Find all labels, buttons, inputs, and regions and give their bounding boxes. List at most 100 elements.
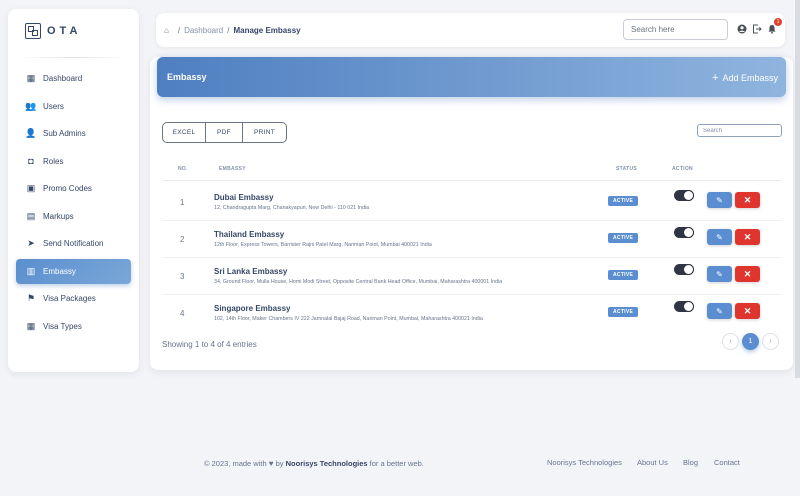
footer-company-link[interactable]: Noorisys Technologies xyxy=(286,459,368,468)
users-icon: 👥 xyxy=(25,100,37,111)
edit-button[interactable]: ✎ xyxy=(707,229,732,245)
pdf-button[interactable]: PDF xyxy=(206,122,243,143)
delete-button[interactable]: ✕ xyxy=(735,266,760,282)
print-button[interactable]: PRINT xyxy=(243,122,287,143)
sidebar-item-label: Visa Packages xyxy=(43,294,96,303)
footer-by: by xyxy=(275,459,284,468)
markups-icon: ▤ xyxy=(26,210,36,221)
embassy-address: 102, 14th Floor, Maker Chambers IV 222 J… xyxy=(214,316,483,322)
embassy-address: 12th Floor, Express Towers, Barrister Ra… xyxy=(214,242,432,248)
table-row: 1 Dubai Embassy 12, Chandragupta Marg, Cha… xyxy=(162,184,782,221)
heart-icon: ♥ xyxy=(268,459,274,468)
sidebar-nav: ▦ Dashboard 👥 Users 👤 Sub Admins ◘ Roles ▣ Promo … xyxy=(8,66,139,339)
delete-button[interactable]: ✕ xyxy=(735,229,760,245)
card-header: Embassy + Add Embassy xyxy=(157,57,786,97)
embassy-name: Singapore Embassy xyxy=(214,304,291,313)
pagination-prev-button[interactable]: ‹ xyxy=(722,333,739,350)
delete-button[interactable]: ✕ xyxy=(735,303,760,319)
column-header-no[interactable]: NO. xyxy=(178,166,188,172)
export-button-group: EXCEL PDF PRINT xyxy=(162,122,287,143)
embassy-icon: ▥ xyxy=(26,265,36,276)
close-icon: ✕ xyxy=(743,231,752,242)
sidebar-item-label: Sub Admins xyxy=(43,129,86,138)
user-circle-icon[interactable] xyxy=(736,23,747,34)
sidebar-item-label: Send Notification xyxy=(43,239,104,248)
row-number: 3 xyxy=(180,272,185,281)
close-icon: ✕ xyxy=(743,268,752,279)
sidebar-item-label: Visa Types xyxy=(43,321,82,331)
roles-icon: ◘ xyxy=(28,156,34,166)
embassy-address: 34, Ground Floor, Mulla House, Homi Modi… xyxy=(214,279,503,285)
sidebar-item-visa-packages[interactable]: ⚑ Visa Packages xyxy=(16,286,131,311)
visa-types-icon: ▦ xyxy=(26,320,36,331)
logout-icon[interactable] xyxy=(751,23,762,34)
brand[interactable]: OTA xyxy=(8,9,139,53)
home-icon[interactable]: ⌂ xyxy=(164,26,169,35)
embassy-name: Dubai Embassy xyxy=(214,193,274,202)
breadcrumb-separator: / xyxy=(227,25,230,35)
edit-button[interactable]: ✎ xyxy=(707,266,732,282)
sidebar-item-label: Users xyxy=(43,101,64,111)
sidebar-item-users[interactable]: 👥 Users xyxy=(16,94,131,119)
status-toggle[interactable] xyxy=(674,227,694,238)
footer-prefix: © 2023, made with xyxy=(204,459,267,468)
add-embassy-button[interactable]: + Add Embassy xyxy=(712,71,778,84)
excel-button[interactable]: EXCEL xyxy=(162,122,206,143)
pencil-icon: ✎ xyxy=(716,195,723,205)
footer-suffix: for a better web. xyxy=(369,459,424,468)
footer-copyright: © 2023, made with ♥ by Noorisys Technolo… xyxy=(204,459,424,468)
sidebar-item-label: Dashboard xyxy=(43,74,83,83)
sidebar-item-dashboard[interactable]: ▦ Dashboard xyxy=(16,66,131,91)
embassy-card: Embassy + Add Embassy EXCEL PDF PRINT NO… xyxy=(150,57,793,370)
add-embassy-label: Add Embassy xyxy=(722,73,778,83)
bell-icon[interactable]: 1 xyxy=(766,18,782,34)
sidebar-item-label: Roles xyxy=(43,156,64,166)
delete-button[interactable]: ✕ xyxy=(735,192,760,208)
notification-badge: 1 xyxy=(774,18,782,26)
embassy-address: 12, Chandragupta Marg, Chanakyapuri, New… xyxy=(214,205,370,211)
table-search-input[interactable] xyxy=(697,124,782,137)
table-row: 4 Singapore Embassy 102, 14th Floor, Maker… xyxy=(162,295,782,332)
sidebar-item-promo-codes[interactable]: ▣ Promo Codes xyxy=(16,176,131,201)
close-icon: ✕ xyxy=(743,194,752,205)
row-number: 2 xyxy=(180,235,185,244)
status-toggle[interactable] xyxy=(674,264,694,275)
status-badge: ACTIVE xyxy=(608,307,639,317)
status-toggle[interactable] xyxy=(674,301,694,312)
table-header-divider xyxy=(162,180,782,181)
sidebar-item-visa-types[interactable]: ▦ Visa Types xyxy=(16,314,131,339)
sidebar-item-embassy[interactable]: ▥ Embassy xyxy=(16,258,131,284)
top-navbar: ⌂ / Dashboard / Manage Embassy 1 xyxy=(156,13,785,47)
footer-link-blog[interactable]: Blog xyxy=(683,458,698,467)
pencil-icon: ✎ xyxy=(716,269,723,279)
pagination-page-1[interactable]: 1 xyxy=(742,333,759,350)
footer-link-contact[interactable]: Contact xyxy=(714,458,740,467)
logo-icon xyxy=(25,23,41,39)
edit-button[interactable]: ✎ xyxy=(707,192,732,208)
sidebar-item-markups[interactable]: ▤ Markups xyxy=(16,204,131,229)
pencil-icon: ✎ xyxy=(716,232,723,242)
footer-link-about[interactable]: About Us xyxy=(637,458,668,467)
plus-icon: + xyxy=(712,71,719,84)
column-header-status[interactable]: STATUS xyxy=(616,166,637,172)
status-badge: ACTIVE xyxy=(608,270,639,280)
status-toggle[interactable] xyxy=(674,190,694,201)
table-info: Showing 1 to 4 of 4 entries xyxy=(162,340,257,349)
sidebar-item-sub-admins[interactable]: 👤 Sub Admins xyxy=(16,121,131,146)
sidebar-item-label: Promo Codes xyxy=(43,184,92,193)
close-icon: ✕ xyxy=(743,305,752,316)
row-number: 1 xyxy=(180,198,185,207)
page-scrollbar[interactable] xyxy=(795,0,800,378)
breadcrumb-dashboard[interactable]: Dashboard xyxy=(184,26,223,35)
sidebar-item-roles[interactable]: ◘ Roles xyxy=(16,149,131,174)
edit-button[interactable]: ✎ xyxy=(707,303,732,319)
header-search-input[interactable] xyxy=(623,19,728,40)
footer-link-company[interactable]: Noorisys Technologies xyxy=(547,458,622,467)
column-header-action[interactable]: ACTION xyxy=(672,166,693,172)
card-title: Embassy xyxy=(167,72,207,82)
sidebar-item-label: Markups xyxy=(43,211,74,221)
column-header-embassy[interactable]: EMBASSY xyxy=(219,166,246,172)
dashboard-icon: ▦ xyxy=(26,73,36,83)
sidebar-item-send-notification[interactable]: ➤ Send Notification xyxy=(16,231,131,256)
pagination-next-button[interactable]: › xyxy=(762,333,779,350)
